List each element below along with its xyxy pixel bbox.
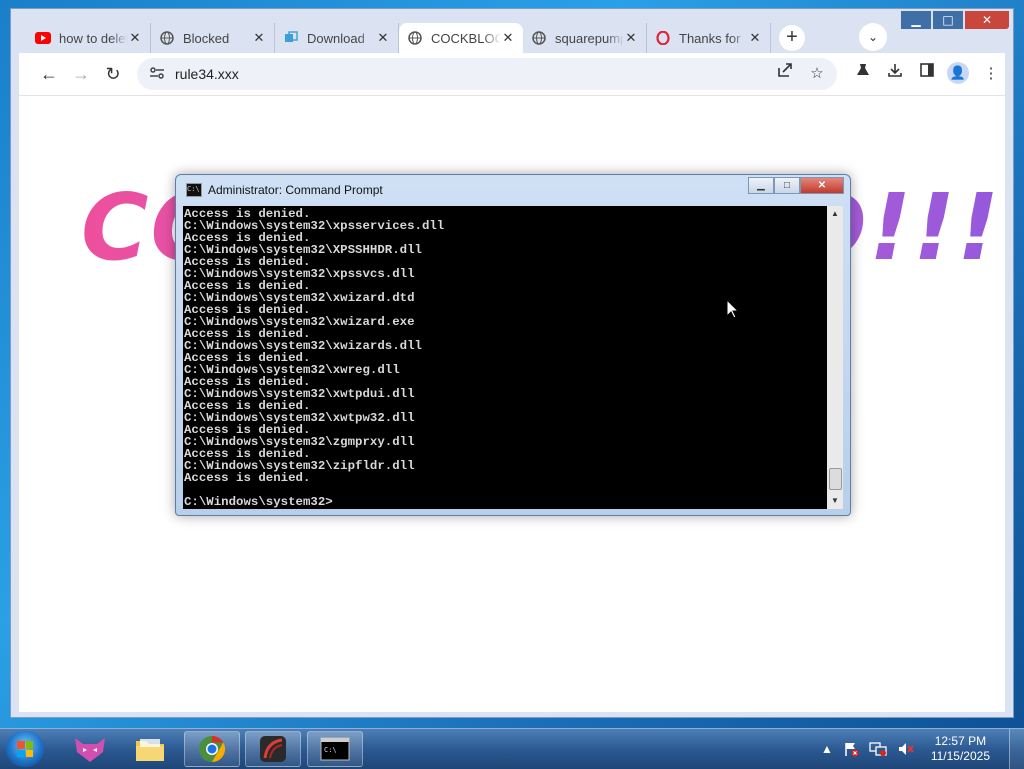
maximize-button[interactable]: □ — [933, 11, 963, 29]
mouse-cursor-icon — [727, 300, 739, 319]
forward-button[interactable]: → — [65, 58, 97, 90]
command-prompt-window[interactable]: C:\ Administrator: Command Prompt ▁ □ ✕ … — [175, 174, 851, 516]
close-tab-icon[interactable]: ✕ — [748, 30, 762, 46]
clock-time: 12:57 PM — [934, 734, 987, 748]
url-text: rule34.xxx — [175, 66, 239, 82]
profile-button[interactable]: 👤 — [947, 62, 971, 86]
show-desktop-button[interactable] — [1009, 729, 1024, 769]
start-button[interactable] — [6, 731, 44, 767]
cmd-minimize-button[interactable]: ▁ — [748, 177, 774, 194]
tab-label: how to delete — [59, 30, 128, 46]
chrome-icon — [199, 735, 226, 763]
tab-label: squarepump — [555, 30, 624, 46]
globe-icon — [407, 30, 423, 46]
tab-label: Blocked — [183, 30, 230, 46]
tab-label: Thanks for — [679, 30, 741, 46]
menu-icon[interactable]: ⋮ — [979, 62, 1003, 86]
minimize-button[interactable]: ▁ — [901, 11, 931, 29]
svg-text:C:\: C:\ — [324, 746, 337, 754]
close-tab-icon[interactable]: ✕ — [128, 30, 142, 46]
tab-blocked[interactable]: Blocked ✕ — [151, 23, 275, 53]
tab-search-button[interactable]: ⌄ — [859, 23, 887, 51]
close-tab-icon[interactable]: ✕ — [376, 30, 390, 46]
show-hidden-icons-icon[interactable]: ▲ — [821, 742, 833, 756]
cmd-title-bar[interactable]: C:\ Administrator: Command Prompt — [186, 183, 383, 197]
globe-icon — [159, 30, 175, 46]
console-line: Access is denied. — [184, 471, 311, 485]
taskbar-app-chrome[interactable] — [184, 731, 240, 767]
taskbar: C:\ ▲ 12:57 PM 11/15/2025 — [0, 728, 1024, 769]
close-tab-icon[interactable]: ✕ — [624, 30, 638, 46]
taskbar-app-cmd[interactable]: C:\ — [307, 731, 363, 767]
download-icon[interactable] — [883, 62, 907, 86]
tab-strip: how to delete ✕ Blocked ✕ Download ✕ COC… — [27, 21, 805, 53]
tab-squarepump[interactable]: squarepump ✕ — [523, 23, 647, 53]
system-tray: ▲ 12:57 PM 11/15/2025 — [821, 729, 990, 769]
taskbar-app-explorer[interactable] — [122, 731, 178, 767]
console-output[interactable]: Access is denied. C:\Windows\system32\xps… — [183, 206, 827, 509]
action-center-flag-icon[interactable] — [843, 741, 859, 757]
network-icon[interactable] — [869, 741, 887, 757]
cmd-title: Administrator: Command Prompt — [208, 183, 383, 197]
red-app-icon — [260, 736, 286, 762]
windows-logo-icon — [17, 741, 33, 757]
window-controls: ▁ □ ✕ — [901, 11, 1009, 29]
side-panel-icon[interactable] — [915, 62, 939, 86]
download-site-icon — [283, 30, 299, 46]
console-line: C:\Windows\system32> — [184, 495, 333, 509]
taskbar-app-red-app[interactable] — [245, 731, 301, 767]
clock[interactable]: 12:57 PM 11/15/2025 — [931, 734, 990, 764]
extensions-icon[interactable] — [851, 62, 875, 86]
volume-muted-icon[interactable] — [897, 741, 915, 757]
cmd-close-button[interactable]: ✕ — [800, 177, 844, 194]
tab-cockblocked[interactable]: COCKBLOCKED ✕ — [399, 23, 523, 53]
opera-icon — [655, 30, 671, 46]
address-bar[interactable]: rule34.xxx ☆ — [137, 58, 837, 90]
scroll-thumb[interactable] — [829, 468, 842, 490]
site-info-icon[interactable] — [149, 66, 169, 83]
close-tab-icon[interactable]: ✕ — [501, 30, 515, 46]
clock-date: 11/15/2025 — [930, 749, 990, 763]
new-tab-button[interactable]: + — [779, 25, 805, 51]
globe-icon — [531, 30, 547, 46]
browser-toolbar: ← → ↻ rule34.xxx ☆ 👤 ⋮ — [19, 53, 1005, 95]
tab-youtube[interactable]: how to delete ✕ — [27, 23, 151, 53]
scroll-down-icon[interactable]: ▼ — [827, 493, 843, 509]
share-icon[interactable] — [773, 62, 797, 86]
bookmark-star-icon[interactable]: ☆ — [805, 62, 829, 86]
avatar: 👤 — [947, 62, 969, 84]
tab-label: Download — [307, 30, 365, 46]
close-tab-icon[interactable]: ✕ — [252, 30, 266, 46]
fox-icon — [75, 738, 105, 762]
folder-icon — [136, 739, 164, 761]
scroll-up-icon[interactable]: ▲ — [827, 206, 843, 222]
close-button[interactable]: ✕ — [965, 11, 1009, 29]
tab-thanks[interactable]: Thanks for ✕ — [647, 23, 771, 53]
back-button[interactable]: ← — [33, 58, 65, 90]
console-text: Access is denied. C:\Windows\system32\xps… — [183, 206, 827, 509]
cmd-icon: C:\ — [186, 183, 202, 197]
tab-label: COCKBLOCKED — [431, 30, 501, 46]
console-scrollbar[interactable]: ▲ ▼ — [827, 206, 843, 509]
youtube-icon — [35, 30, 51, 46]
reload-button[interactable]: ↻ — [97, 58, 129, 90]
cmd-taskbar-icon: C:\ — [320, 737, 350, 761]
tab-download[interactable]: Download ✕ — [275, 23, 399, 53]
cmd-window-controls: ▁ □ ✕ — [748, 177, 844, 194]
cmd-maximize-button[interactable]: □ — [774, 177, 800, 194]
toolbar-actions: 👤 ⋮ — [851, 62, 1003, 86]
taskbar-app-fox[interactable] — [62, 731, 118, 767]
